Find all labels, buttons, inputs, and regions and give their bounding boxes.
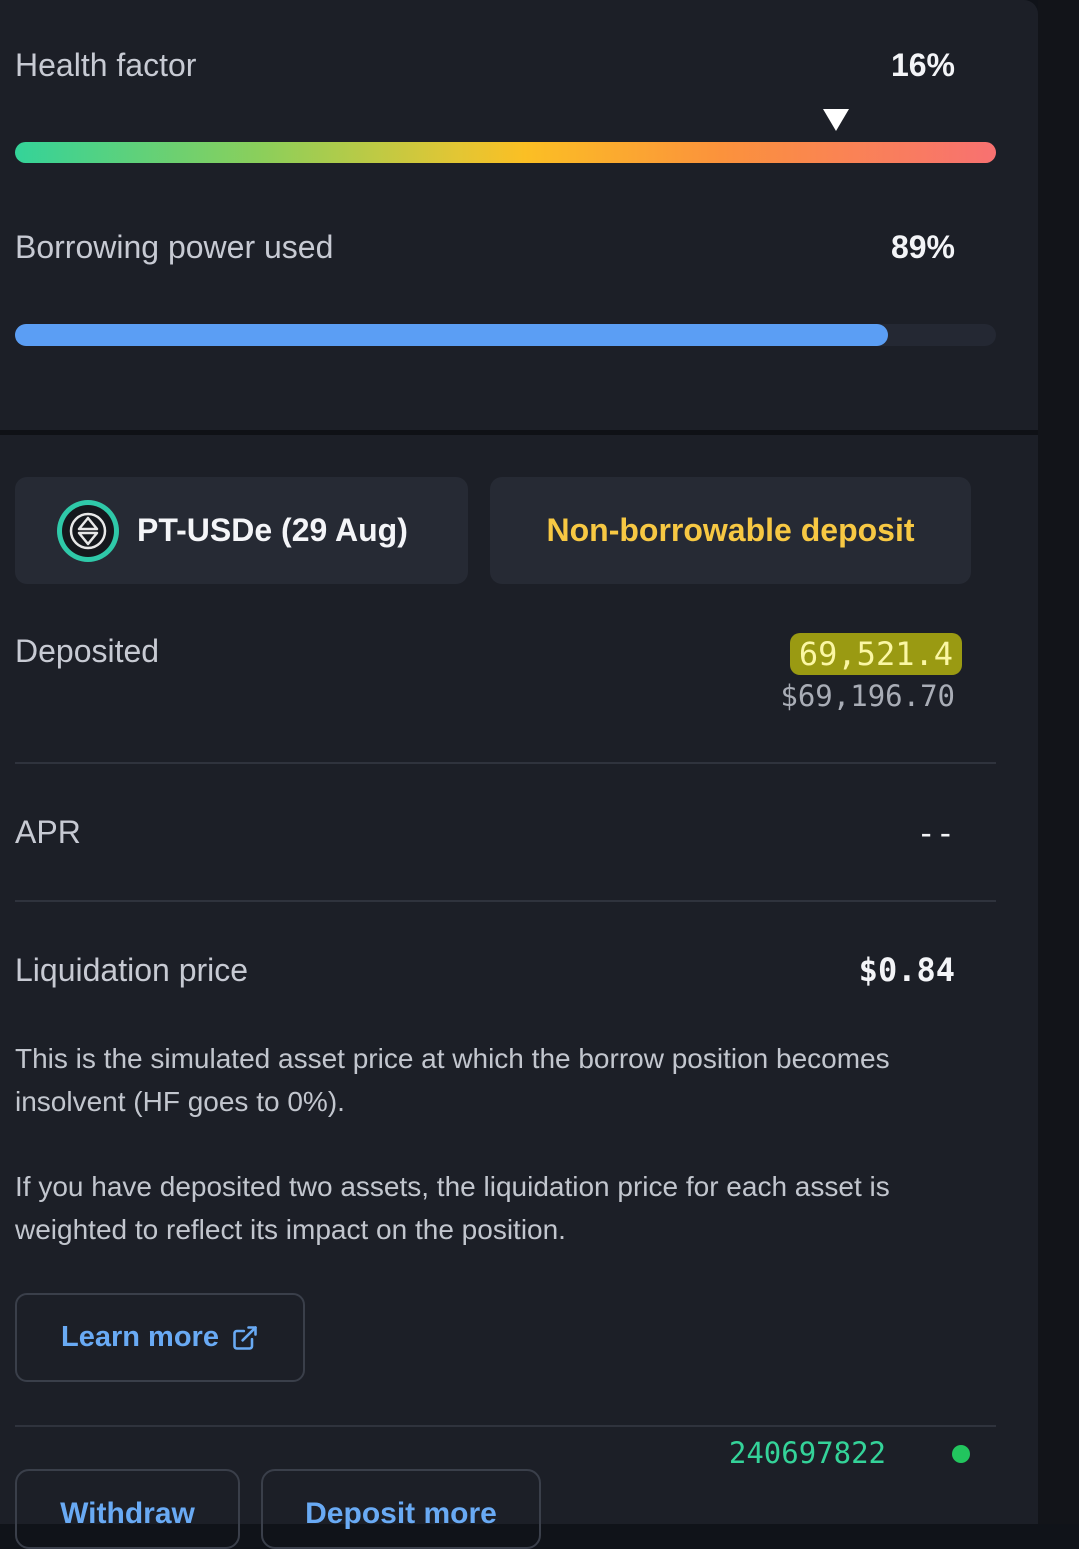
health-factor-bar (15, 142, 996, 163)
health-factor-label: Health factor (15, 47, 197, 83)
health-factor-marker-icon (823, 109, 849, 131)
borrowing-power-bar-fill (15, 324, 889, 346)
asset-name: PT-USDe (29 Aug) (137, 512, 408, 548)
deposited-label: Deposited (15, 633, 160, 669)
deposit-status-label: Non-borrowable deposit (546, 512, 915, 548)
deposited-usd-value: $69,196.70 (780, 679, 955, 713)
learn-more-label: Learn more (61, 1321, 219, 1353)
row-divider (15, 762, 996, 764)
deposited-amount: 69,521.4 (789, 633, 962, 675)
learn-more-button[interactable]: Learn more (15, 1293, 305, 1382)
external-link-icon (233, 1325, 257, 1350)
asset-chip[interactable]: PT-USDe (29 Aug) (15, 477, 468, 584)
connection-status-dot-icon (952, 1445, 970, 1463)
liquidation-weighting-note: If you have deposited two assets, the li… (15, 1171, 890, 1245)
borrowing-power-value: 89% (890, 229, 955, 265)
withdraw-button[interactable]: Withdraw (15, 1469, 240, 1549)
section-divider (0, 430, 1038, 435)
row-divider (15, 1425, 996, 1427)
apr-label: APR (15, 814, 81, 850)
deposit-status-badge: Non-borrowable deposit (490, 477, 971, 584)
background-strip (1038, 0, 1079, 1524)
row-divider (15, 900, 996, 902)
withdraw-label: Withdraw (60, 1497, 195, 1530)
borrowing-power-bar (15, 324, 996, 346)
usde-token-icon (57, 499, 119, 562)
liquidation-price-value: $0.84 (858, 951, 955, 989)
position-panel: Health factor 16% Borrowing power used 8… (0, 0, 1038, 1549)
liquidation-price-label: Liquidation price (15, 952, 249, 988)
apr-value: -- (916, 814, 955, 852)
deposit-more-label: Deposit more (305, 1497, 497, 1530)
block-number: 240697822 (728, 1436, 886, 1470)
borrowing-power-label: Borrowing power used (15, 229, 334, 265)
health-factor-value: 16% (890, 47, 955, 83)
liquidation-description: This is the simulated asset price at whi… (15, 1043, 890, 1117)
deposit-more-button[interactable]: Deposit more (261, 1469, 541, 1549)
